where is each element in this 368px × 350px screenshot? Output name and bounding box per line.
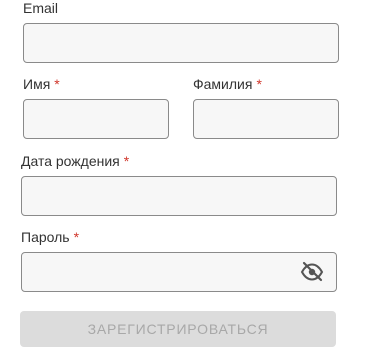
last-name-field-wrapper [193,99,339,139]
email-field[interactable] [24,24,338,62]
email-label: Email [23,0,58,16]
birth-date-field[interactable] [22,177,336,215]
password-label-text: Пароль [21,229,70,245]
password-field[interactable] [22,253,336,291]
eye-off-icon[interactable] [300,260,324,284]
password-label: Пароль * [21,229,79,245]
first-name-label-text: Имя [23,76,51,92]
email-field-wrapper [23,23,339,63]
last-name-field[interactable] [194,100,338,138]
required-mark: * [123,153,130,169]
first-name-field[interactable] [24,100,168,138]
password-field-wrapper [21,252,337,292]
birth-date-label-text: Дата рождения [21,153,120,169]
birth-date-label: Дата рождения * [21,153,129,169]
required-mark: * [73,229,80,245]
last-name-label-text: Фамилия [193,76,253,92]
required-mark: * [256,76,262,92]
register-button[interactable]: ЗАРЕГИСТРИРОВАТЬСЯ [20,311,336,347]
first-name-label: Имя * [23,76,60,92]
required-mark: * [54,76,60,92]
first-name-field-wrapper [23,99,169,139]
last-name-label: Фамилия * [193,76,262,92]
email-label-text: Email [23,0,59,16]
birth-date-field-wrapper [21,176,337,216]
